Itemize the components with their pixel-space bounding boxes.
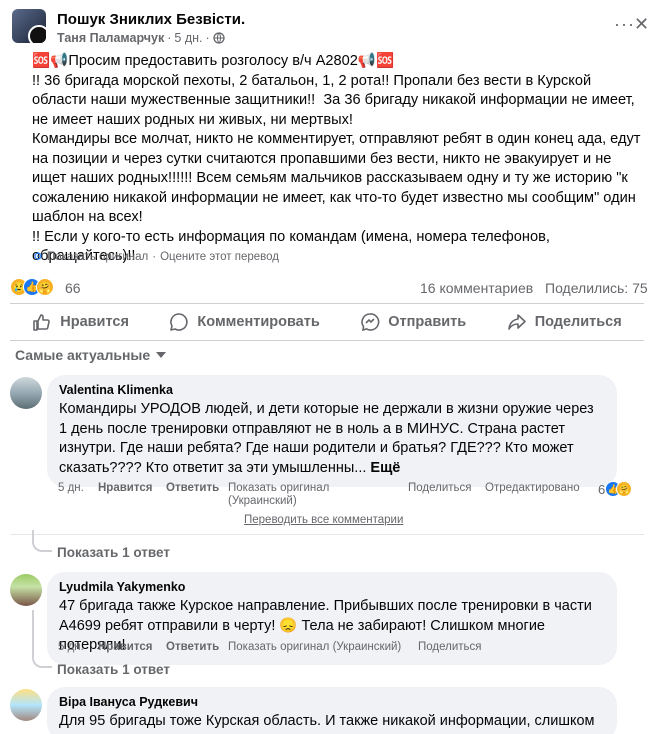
thumbs-up-icon — [33, 314, 51, 331]
post-time[interactable]: 5 дн. — [174, 31, 202, 45]
comment-icon — [170, 313, 189, 331]
divider-bottom — [10, 340, 644, 341]
send-label: Отправить — [388, 314, 467, 330]
like-button[interactable]: Нравится — [32, 312, 129, 332]
care-reaction-icon: 🤗 — [616, 481, 633, 497]
comment-reply-button[interactable]: Ответить — [166, 482, 219, 494]
comment-text: Для 95 бригады тоже Курская область. И т… — [59, 713, 595, 729]
chevron-down-icon — [156, 352, 167, 358]
comment-reactions[interactable]: 6 👍 🤗 — [598, 481, 633, 497]
avatar[interactable] — [10, 574, 42, 606]
group-name[interactable]: Пошук Зниклих Безвісти. — [57, 11, 245, 28]
share-icon — [507, 314, 526, 330]
show-original-language[interactable]: (Украинский) — [228, 495, 297, 507]
show-original-link[interactable]: Показать оригинал — [47, 251, 148, 263]
send-button[interactable]: Отправить — [360, 312, 466, 332]
messenger-icon — [361, 313, 380, 332]
separator: · — [152, 250, 157, 263]
reactions-summary: 😢 👍 🤗 66 16 комментариев Поделились: 75 — [10, 278, 650, 298]
close-icon[interactable]: ✕ — [634, 14, 649, 35]
commenter-name[interactable]: Valentina Klimenka — [59, 383, 605, 397]
comment-actions: 5 дн. Нравится Ответить Показать оригина… — [58, 641, 648, 657]
reaction-icons[interactable]: 😢 👍 🤗 — [10, 278, 54, 296]
comment-time[interactable]: 5 дн. — [58, 641, 84, 653]
care-reaction-icon: 🤗 — [36, 278, 54, 296]
comment-sort-dropdown[interactable]: Самые актуальные — [15, 347, 167, 363]
avatar[interactable] — [10, 377, 42, 409]
comment-time[interactable]: 5 дн. — [58, 482, 84, 494]
comment-button[interactable]: Комментировать — [169, 312, 320, 332]
comment-actions: 5 дн. Нравится Ответить Показать оригина… — [58, 481, 648, 512]
show-original-link[interactable]: Показать оригинал — [228, 482, 329, 494]
post-meta: Таня Паламарчук · 5 дн. · — [57, 31, 225, 45]
sort-label: Самые актуальные — [15, 347, 151, 363]
globe-icon — [213, 32, 225, 44]
comment-divider — [10, 534, 644, 535]
shares-count[interactable]: Поделились: 75 — [545, 280, 648, 296]
comment-reactions-count: 6 — [598, 481, 606, 497]
post-body: 🆘📢Просим предоставить розголосу в/ч А280… — [32, 53, 641, 264]
translate-gear-icon: ⚙ — [33, 251, 43, 263]
translation-bar: ⚙ Показать оригинал · Оцените этот перев… — [33, 250, 279, 264]
avatar[interactable] — [10, 689, 42, 721]
meta-separator-2: · — [205, 31, 210, 45]
post-text: 🆘📢Просим предоставить розголосу в/ч А280… — [32, 52, 646, 267]
comment-bubble: Valentina Klimenka Командиры УРОДОВ люде… — [47, 375, 617, 487]
commenter-name[interactable]: Lyudmila Yakymenko — [59, 580, 605, 594]
rate-translation-link[interactable]: Оцените этот перевод — [160, 251, 279, 263]
reactions-count[interactable]: 66 — [65, 280, 81, 296]
share-label: Поделиться — [534, 314, 622, 330]
comments-count[interactable]: 16 комментариев — [420, 280, 533, 296]
reply-thread-line — [32, 610, 52, 668]
show-replies-button[interactable]: Показать 1 ответ — [57, 662, 170, 677]
group-avatar[interactable] — [12, 9, 46, 43]
reply-thread-line — [32, 530, 52, 552]
more-options-icon[interactable]: ··· — [614, 14, 635, 35]
share-button[interactable]: Поделиться — [507, 312, 622, 332]
comment-share-button[interactable]: Поделиться — [408, 482, 472, 494]
comment-reply-button[interactable]: Ответить — [166, 641, 219, 653]
post-author[interactable]: Таня Паламарчук — [57, 31, 164, 45]
edited-label: Отредактировано — [485, 482, 580, 494]
show-replies-button[interactable]: Показать 1 ответ — [57, 545, 170, 560]
commenter-name[interactable]: Віра Івануса Рудкевич — [59, 695, 605, 709]
comment-share-button[interactable]: Поделиться — [418, 641, 482, 653]
comment-text-body: Командиры УРОДОВ людей, и дети которые н… — [59, 401, 594, 476]
show-original-link[interactable]: Показать оригинал (Украинский) — [228, 641, 401, 653]
post-action-bar: Нравится Комментировать Отправить Подели… — [12, 304, 642, 340]
comment-like-button[interactable]: Нравится — [98, 641, 152, 653]
comment-text: Командиры УРОДОВ людей, и дети которые н… — [59, 400, 605, 478]
see-more-link[interactable]: Ещё — [370, 460, 400, 476]
like-label: Нравится — [60, 314, 129, 330]
comment-label: Комментировать — [197, 314, 320, 330]
meta-separator: · — [167, 31, 172, 45]
translate-all-comments-link[interactable]: Переводить все комментарии — [244, 514, 403, 526]
comment-like-button[interactable]: Нравится — [98, 482, 152, 494]
comment-bubble: Віра Івануса Рудкевич Для 95 бригады тож… — [47, 687, 617, 734]
